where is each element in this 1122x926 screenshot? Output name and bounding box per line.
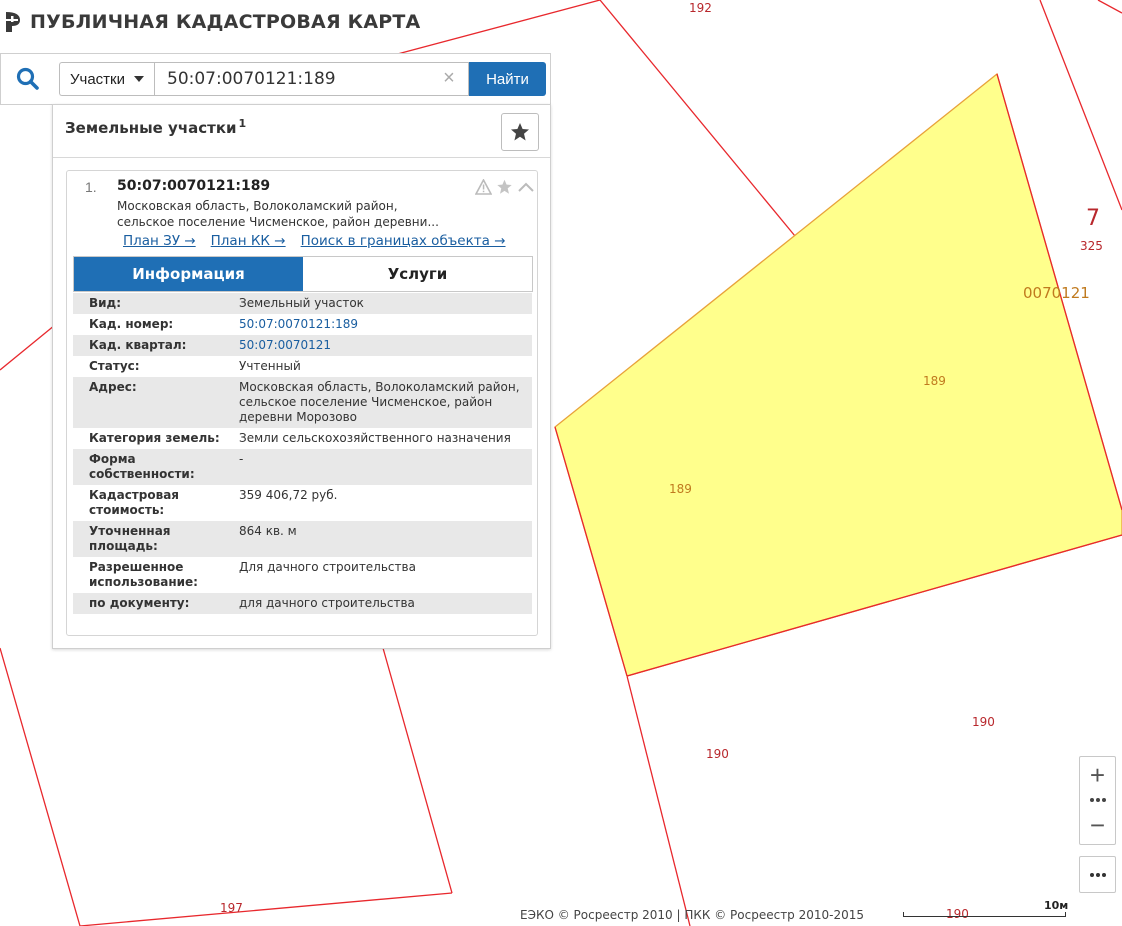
search-in-bounds-link[interactable]: Поиск в границах объекта → (301, 233, 506, 249)
zoom-control: + − (1079, 756, 1116, 845)
info-key: Вид: (89, 296, 122, 310)
dots-icon (1089, 798, 1106, 802)
info-value: для дачного строительства (239, 596, 415, 610)
search-type-label: Участки (70, 70, 125, 88)
result-cad-number[interactable]: 50:07:0070121:189 (117, 178, 270, 194)
plan-zu-link[interactable]: План ЗУ → (123, 233, 196, 249)
result-address-line: Московская область, Волоколамский район, (117, 199, 398, 213)
quarter-label: 0070121 (1023, 284, 1090, 302)
parcel-border (79, 892, 453, 926)
info-value: Земли сельскохозяйственного назначения (239, 431, 511, 445)
result-card: 1. 50:07:0070121:189 Московская область,… (66, 170, 538, 636)
search-bar: Участки × Найти (0, 53, 551, 105)
info-value: Земельный участок (239, 296, 364, 310)
info-value: - (239, 452, 244, 466)
chevron-down-icon (134, 76, 144, 82)
info-key: Разрешенное использование: (89, 560, 198, 589)
table-row: Вид: Земельный участок (73, 293, 532, 314)
table-row: Статус: Учтенный (73, 356, 532, 377)
zoom-out-button[interactable]: − (1080, 807, 1115, 843)
parcel-border (0, 324, 56, 371)
cad-number-link[interactable]: 50:07:0070121:189 (224, 314, 532, 335)
star-icon[interactable] (496, 179, 513, 195)
logo-icon (6, 12, 20, 32)
app-title: ПУБЛИЧНАЯ КАДАСТРОВАЯ КАРТА (30, 11, 421, 33)
brand: ПУБЛИЧНАЯ КАДАСТРОВАЯ КАРТА (4, 10, 420, 34)
info-table: Вид: Земельный участок Кад. номер: 50:07:0… (73, 293, 532, 614)
parcel-label-7: 7 (1086, 206, 1100, 231)
info-value: 359 406,72 руб. (239, 488, 338, 502)
dots-icon (1089, 872, 1106, 877)
table-row: Кад. квартал: 50:07:0070121 (73, 335, 532, 356)
parcel-border (626, 675, 691, 926)
star-icon (511, 123, 529, 141)
search-type-select[interactable]: Участки (59, 62, 154, 96)
selected-parcel-label: 189 (669, 482, 692, 496)
results-panel: Земельные участки 1 1. 50:07:0070121:189 … (52, 104, 551, 649)
table-row: Адрес: Московская область, Волоколамский … (73, 377, 532, 428)
attribution: ЕЭКО © Росреестр 2010 | ПКК © Росреестр … (520, 908, 865, 922)
chevron-up-icon[interactable] (517, 180, 535, 194)
card-actions (475, 179, 535, 195)
table-row: Уточненная площадь: 864 кв. м (73, 521, 532, 557)
table-row: Кад. номер: 50:07:0070121:189 (73, 314, 532, 335)
search-icon[interactable] (15, 66, 41, 92)
table-row: Разрешенное использование: Для дачного ст… (73, 557, 532, 593)
parcel-border (382, 647, 453, 894)
favorites-button[interactable] (501, 113, 539, 151)
more-button[interactable] (1079, 856, 1116, 893)
info-key: по документу: (89, 596, 190, 610)
info-key: Форма собственности: (89, 452, 195, 481)
result-tabs: Информация Услуги (73, 256, 533, 292)
parcel-border (599, 0, 796, 237)
table-row: Форма собственности: - (73, 449, 532, 485)
zoom-level-icon[interactable] (1080, 793, 1115, 807)
info-key: Адрес: (89, 380, 137, 394)
clear-icon[interactable]: × (439, 68, 459, 88)
zoom-in-button[interactable]: + (1080, 757, 1115, 793)
results-count: 1 (238, 117, 247, 130)
divider (53, 157, 550, 158)
table-row: по документу: для дачного строительства (73, 593, 532, 614)
info-value: 864 кв. м (239, 524, 297, 538)
info-value: Учтенный (239, 359, 301, 373)
parcel-label-325: 325 (1080, 239, 1103, 253)
info-key: Кад. номер: (89, 317, 174, 331)
parcel-label-197: 197 (220, 901, 243, 915)
result-address-line: сельское поселение Чисменское, район дер… (117, 215, 439, 229)
tab-info[interactable]: Информация (74, 257, 303, 291)
info-key: Статус: (89, 359, 140, 373)
warning-icon[interactable] (475, 179, 492, 195)
scale-label: 10м (1044, 899, 1069, 912)
table-row: Категория земель: Земли сельскохозяйствен… (73, 428, 532, 449)
panel-title: Земельные участки 1 (65, 117, 246, 137)
selected-parcel-label: 189 (923, 374, 946, 388)
search-input[interactable] (154, 62, 469, 96)
parcel-border (1039, 0, 1122, 211)
parcel-label-190: 190 (706, 747, 729, 761)
scale-bar (903, 912, 1066, 917)
parcel-label-190: 190 (972, 715, 995, 729)
parcel-border (389, 0, 601, 57)
tab-services[interactable]: Услуги (303, 257, 532, 291)
info-value: Московская область, Волоколамский район,… (239, 380, 520, 424)
parcel-label-192: 192 (689, 1, 712, 15)
panel-title-text: Земельные участки (65, 119, 237, 137)
parcel-border (1097, 0, 1122, 14)
result-index: 1. (85, 179, 97, 195)
plan-kk-link[interactable]: План КК → (211, 233, 286, 249)
info-key: Кадастровая стоимость: (89, 488, 179, 517)
table-row: Кадастровая стоимость: 359 406,72 руб. (73, 485, 532, 521)
info-key: Кад. квартал: (89, 338, 187, 352)
info-value: Для дачного строительства (239, 560, 416, 574)
result-links: План ЗУ → План КК → Поиск в границах объ… (123, 233, 506, 249)
info-key: Уточненная площадь: (89, 524, 171, 553)
info-key: Категория земель: (89, 431, 220, 445)
parcel-border (0, 647, 81, 926)
find-button[interactable]: Найти (469, 62, 546, 96)
selected-parcel[interactable] (554, 72, 1122, 677)
cad-quarter-link[interactable]: 50:07:0070121 (224, 335, 532, 356)
result-address: Московская область, Волоколамский район,… (117, 198, 457, 230)
